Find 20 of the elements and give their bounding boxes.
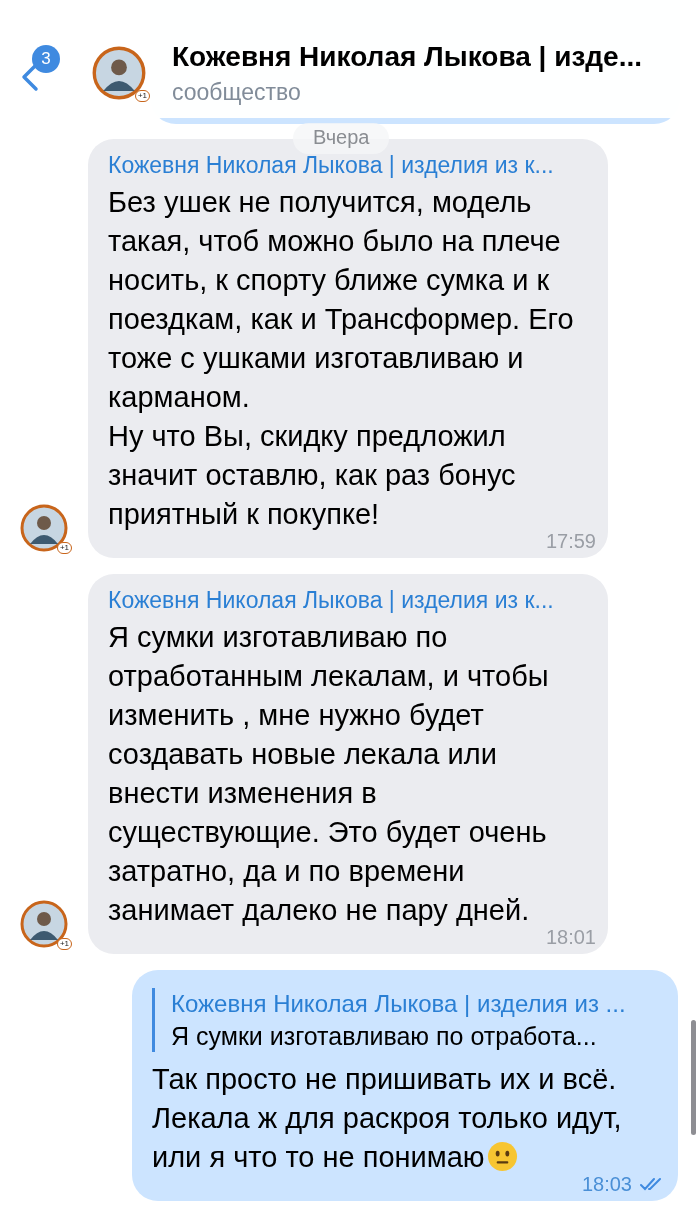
avatar-badge: +1 [56, 938, 72, 950]
sender-name[interactable]: Кожевня Николая Лыкова | изделия из к... [108, 586, 596, 614]
message-text: Я сумки изготавливаю по отработанным лекалам, и чтобы изменить , мне нужно будет создавать новые лекала или внести изменения в существующие. Это будет очень затратно, да и по времени занимает далеко не пару дней. [108, 620, 550, 928]
message-text: Так просто не пришивать их и всё. Лекала ж для раскроя только идут, или я что то не понимаю [152, 1062, 623, 1175]
scrollbar[interactable] [691, 1020, 696, 1135]
sender-name[interactable]: Кожевня Николая Лыкова | изделия из к... [108, 151, 596, 179]
chat-title[interactable]: Кожевня Николая Лыкова | изде... [172, 40, 642, 73]
message-time: 18:03 [581, 1173, 632, 1195]
avatar-badge: +1 [56, 542, 72, 554]
message-time: 17:59 [544, 530, 596, 552]
message-time: 18:01 [544, 926, 596, 948]
back-button[interactable]: 3 [16, 43, 66, 103]
avatar-badge: +1 [134, 90, 150, 102]
unread-count-badge: 3 [32, 45, 60, 73]
date-pill: Вчера [293, 123, 390, 154]
message-text: Без ушек не получится, модель такая, чтоб можно было на плече носить, к спорту ближе сумка и к поездкам, как и Трансформер. Его тоже с ушками изготавливаю и карманом. Ну что Вы, скидку предложил значит оставлю, как раз бонус приятный к покупке! [108, 185, 575, 532]
reply-sender: Кожевня Николая Лыкова | изделия из ... [171, 989, 627, 1019]
reply-text: Я сумки изготавливаю по отработа... [171, 1021, 598, 1052]
reply-quote[interactable]: Кожевня Николая Лыкова | изделия из ... Я сумки изготавливаю по отработа... [152, 988, 666, 1052]
chat-subtitle: сообщество [172, 78, 302, 106]
